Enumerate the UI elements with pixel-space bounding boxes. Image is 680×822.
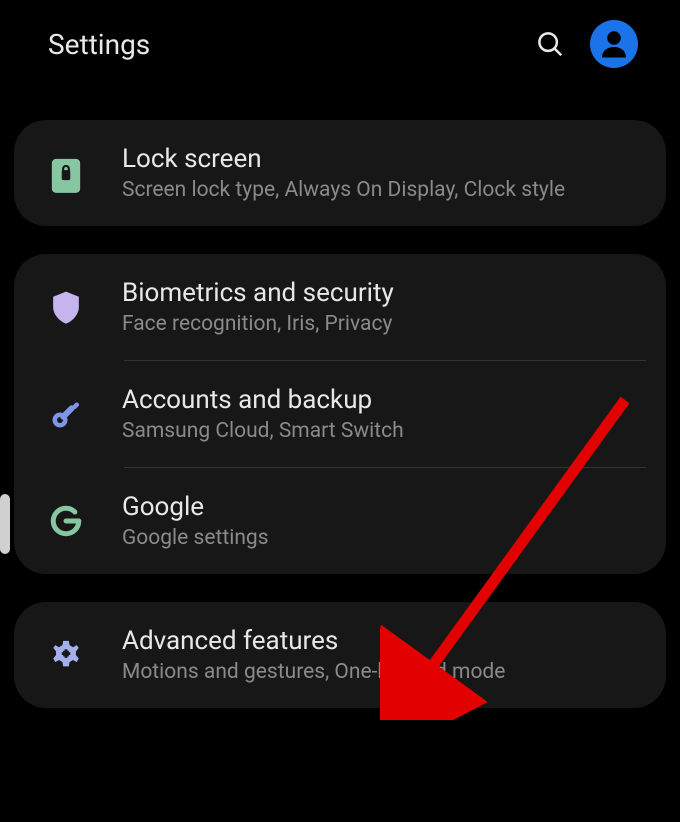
settings-list: Lock screen Screen lock type, Always On …: [0, 120, 680, 708]
setting-biometrics[interactable]: Biometrics and security Face recognition…: [14, 254, 666, 360]
setting-title: Biometrics and security: [122, 278, 394, 308]
setting-text: Biometrics and security Face recognition…: [122, 278, 394, 336]
setting-title: Google: [122, 492, 269, 522]
setting-subtitle: Face recognition, Iris, Privacy: [122, 312, 394, 336]
setting-lock-screen[interactable]: Lock screen Screen lock type, Always On …: [14, 120, 666, 226]
setting-text: Accounts and backup Samsung Cloud, Smart…: [122, 385, 404, 443]
setting-title: Lock screen: [122, 144, 565, 174]
profile-icon[interactable]: [590, 20, 638, 68]
header-actions: [534, 20, 638, 68]
setting-text: Lock screen Screen lock type, Always On …: [122, 144, 565, 202]
settings-group: Lock screen Screen lock type, Always On …: [14, 120, 666, 226]
setting-text: Advanced features Motions and gestures, …: [122, 626, 505, 684]
gear-icon: [46, 635, 86, 675]
key-icon: [46, 394, 86, 434]
google-icon: [46, 501, 86, 541]
setting-title: Accounts and backup: [122, 385, 404, 415]
settings-group: Advanced features Motions and gestures, …: [14, 602, 666, 708]
header: Settings: [0, 0, 680, 88]
setting-subtitle: Samsung Cloud, Smart Switch: [122, 419, 404, 443]
search-icon[interactable]: [534, 28, 566, 60]
setting-advanced-features[interactable]: Advanced features Motions and gestures, …: [14, 602, 666, 708]
setting-accounts-backup[interactable]: Accounts and backup Samsung Cloud, Smart…: [14, 361, 666, 467]
setting-subtitle: Google settings: [122, 526, 269, 550]
setting-title: Advanced features: [122, 626, 505, 656]
setting-google[interactable]: Google Google settings: [14, 468, 666, 574]
settings-group: Biometrics and security Face recognition…: [14, 254, 666, 574]
setting-subtitle: Motions and gestures, One-handed mode: [122, 660, 505, 684]
lock-icon: [46, 153, 86, 193]
page-title: Settings: [48, 28, 150, 61]
shield-icon: [46, 287, 86, 327]
setting-text: Google Google settings: [122, 492, 269, 550]
scrollbar[interactable]: [0, 494, 10, 554]
setting-subtitle: Screen lock type, Always On Display, Clo…: [122, 178, 565, 202]
